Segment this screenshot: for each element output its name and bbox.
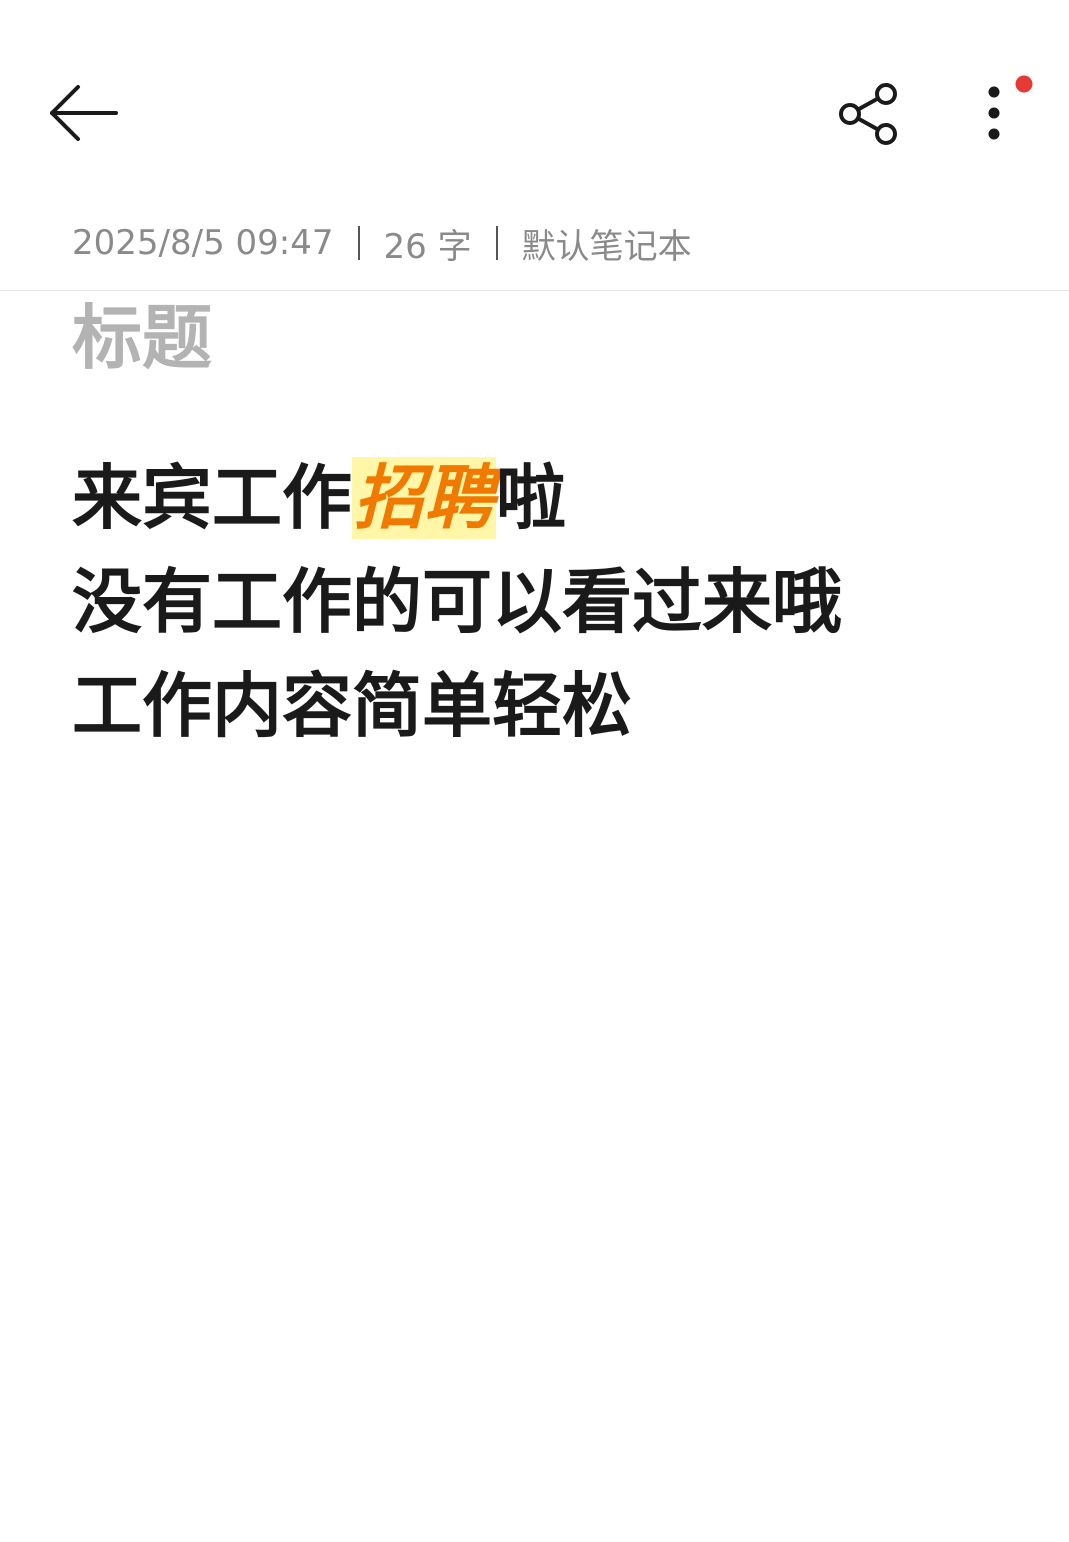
top-app-bar: [0, 0, 1069, 200]
note-line: 没有工作的可以看过来哦: [72, 561, 842, 643]
notification-dot: [1015, 75, 1033, 93]
meta-separator: [495, 226, 498, 260]
share-button[interactable]: [832, 78, 904, 150]
note-text: 来宾工作: [72, 457, 352, 539]
share-icon: [839, 83, 897, 145]
note-datetime: 2025/8/5 09:47: [72, 223, 334, 263]
arrow-left-icon: [50, 85, 118, 141]
more-options-button[interactable]: [968, 72, 1040, 152]
note-line: 工作内容简单轻松: [72, 665, 632, 747]
meta-separator: [357, 226, 360, 260]
back-button[interactable]: [44, 78, 124, 148]
note-text: 啦: [496, 457, 566, 539]
highlighted-text: 招聘: [352, 457, 496, 539]
note-meta: 2025/8/5 09:47 26 字 默认笔记本: [72, 218, 692, 268]
note-title-field[interactable]: 标题: [72, 298, 212, 378]
note-notebook[interactable]: 默认笔记本: [522, 219, 692, 268]
note-body[interactable]: 来宾工作招聘啦 没有工作的可以看过来哦 工作内容简单轻松: [72, 446, 1032, 758]
divider: [0, 290, 1069, 291]
note-line: 来宾工作招聘啦: [72, 446, 1032, 550]
note-word-count: 26 字: [383, 226, 472, 267]
more-vertical-icon: [988, 75, 1033, 140]
